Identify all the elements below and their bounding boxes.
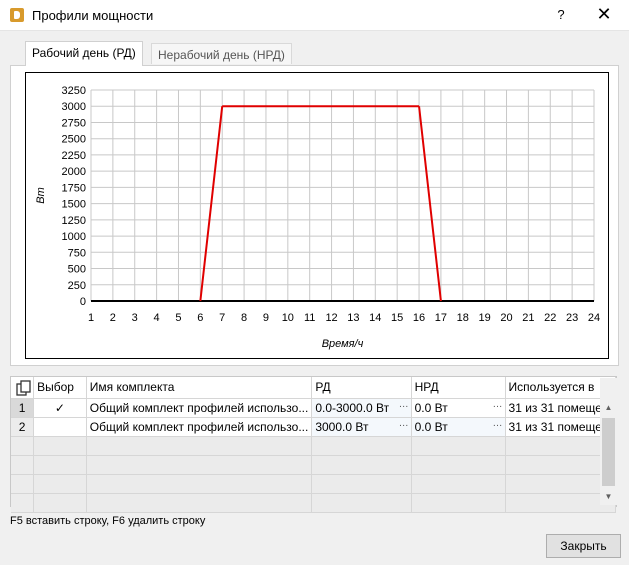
column-header-used-in[interactable]: Используется в bbox=[505, 377, 617, 399]
profile-sets-table: Выбор Имя комплекта РД НРД Используется … bbox=[11, 377, 617, 513]
x-tick-label: 22 bbox=[544, 312, 556, 324]
x-tick-label: 18 bbox=[457, 312, 469, 324]
x-tick-label: 21 bbox=[522, 312, 534, 324]
rd-value: 3000.0 Вт bbox=[315, 419, 369, 434]
empty-row bbox=[11, 455, 617, 475]
x-tick-label: 10 bbox=[282, 312, 294, 324]
x-tick-label: 24 bbox=[588, 312, 600, 324]
x-tick-label: 15 bbox=[391, 312, 403, 324]
column-header-choice[interactable]: Выбор bbox=[33, 377, 87, 399]
x-tick-label: 16 bbox=[413, 312, 425, 324]
y-tick-label: 2000 bbox=[62, 166, 86, 178]
close-window-button[interactable]: ✕ bbox=[592, 4, 616, 26]
scroll-up-icon[interactable]: ▲ bbox=[600, 399, 617, 416]
window-title: Профили мощности bbox=[32, 8, 154, 23]
x-tick-label: 9 bbox=[263, 312, 269, 324]
x-tick-label: 20 bbox=[500, 312, 512, 324]
nrd-value: 0.0 Вт bbox=[414, 400, 448, 415]
used-in-cell[interactable]: 31 из 31 помеще... bbox=[505, 398, 617, 418]
nrd-edit-button[interactable]: … bbox=[493, 399, 503, 410]
set-name-cell[interactable]: Общий комплект профилей использо... bbox=[86, 417, 313, 437]
row-number[interactable]: 1 bbox=[11, 398, 35, 418]
y-tick-label: 0 bbox=[80, 296, 86, 308]
table-row[interactable]: 2 Общий комплект профилей использо... 30… bbox=[11, 417, 617, 437]
x-tick-label: 23 bbox=[566, 312, 578, 324]
x-tick-label: 3 bbox=[132, 312, 138, 324]
title-bar: Профили мощности ? ✕ bbox=[0, 0, 629, 31]
empty-row bbox=[11, 436, 617, 456]
rd-cell[interactable]: 0.0-3000.0 Вт … bbox=[311, 398, 412, 418]
scroll-down-icon[interactable]: ▼ bbox=[600, 488, 617, 505]
power-profile-chart: 1 2 3 4 5 6 7 8 9 10 11 12 13 14 15 16 17 18 19 20 21 22 23 240… bbox=[35, 85, 600, 350]
y-tick-label: 1000 bbox=[62, 231, 86, 243]
used-in-cell[interactable]: 31 из 31 помеще... bbox=[505, 417, 617, 437]
hotkey-hint: F5 вставить строку, F6 удалить строку bbox=[10, 515, 206, 527]
close-button[interactable]: Закрыть bbox=[546, 534, 621, 558]
y-tick-label: 750 bbox=[68, 247, 86, 259]
scroll-thumb[interactable] bbox=[602, 418, 615, 486]
column-header-rd[interactable]: РД bbox=[311, 377, 412, 399]
x-tick-label: 5 bbox=[175, 312, 181, 324]
column-header-name[interactable]: Имя комплекта bbox=[86, 377, 313, 399]
profile-sets-grid: Выбор Имя комплекта РД НРД Используется … bbox=[10, 376, 617, 513]
x-tick-label: 4 bbox=[154, 312, 160, 324]
nrd-value: 0.0 Вт bbox=[414, 419, 448, 434]
rd-cell[interactable]: 3000.0 Вт … bbox=[311, 417, 412, 437]
y-axis-label: Вт bbox=[35, 187, 47, 204]
x-tick-label: 19 bbox=[479, 312, 491, 324]
y-tick-label: 250 bbox=[68, 280, 86, 292]
x-tick-label: 7 bbox=[219, 312, 225, 324]
x-tick-label: 14 bbox=[369, 312, 381, 324]
row-number[interactable]: 2 bbox=[11, 417, 35, 437]
tab-work-day[interactable]: Рабочий день (РД) bbox=[25, 41, 143, 66]
x-tick-label: 12 bbox=[325, 312, 337, 324]
help-button[interactable]: ? bbox=[551, 4, 571, 26]
x-tick-label: 6 bbox=[197, 312, 203, 324]
y-tick-label: 1500 bbox=[62, 199, 86, 211]
y-tick-label: 2250 bbox=[62, 150, 86, 162]
empty-row bbox=[11, 493, 617, 513]
x-tick-label: 1 bbox=[88, 312, 94, 324]
x-tick-label: 11 bbox=[304, 312, 315, 324]
choice-checkbox[interactable]: ✓ bbox=[33, 398, 87, 418]
choice-checkbox[interactable] bbox=[33, 417, 87, 437]
rd-value: 0.0-3000.0 Вт bbox=[315, 400, 390, 415]
y-tick-label: 3000 bbox=[62, 101, 86, 113]
x-axis-label: Время/ч bbox=[322, 338, 364, 350]
y-tick-label: 2750 bbox=[62, 117, 86, 129]
copy-icon[interactable] bbox=[16, 380, 32, 396]
x-tick-label: 8 bbox=[241, 312, 247, 324]
table-row[interactable]: 1 ✓ Общий комплект профилей использо... … bbox=[11, 398, 617, 418]
rd-edit-button[interactable]: … bbox=[399, 418, 409, 429]
nrd-cell[interactable]: 0.0 Вт … bbox=[411, 417, 506, 437]
y-tick-label: 2500 bbox=[62, 134, 86, 146]
rd-edit-button[interactable]: … bbox=[399, 399, 409, 410]
y-tick-label: 500 bbox=[68, 264, 86, 276]
chart-frame: 1 2 3 4 5 6 7 8 9 10 11 12 13 14 15 16 17 18 19 20 21 22 23 24 0… bbox=[25, 72, 609, 359]
nrd-cell[interactable]: 0.0 Вт … bbox=[411, 398, 506, 418]
y-tick-label: 1750 bbox=[62, 182, 86, 194]
grid-scrollbar[interactable]: ▲ ▼ bbox=[600, 378, 617, 505]
x-tick-label: 17 bbox=[435, 312, 447, 324]
empty-row bbox=[11, 474, 617, 494]
column-header-nrd[interactable]: НРД bbox=[411, 377, 506, 399]
app-icon bbox=[10, 8, 24, 22]
set-name-cell[interactable]: Общий комплект профилей использо... bbox=[86, 398, 313, 418]
y-tick-label: 3250 bbox=[62, 85, 86, 97]
x-tick-label: 2 bbox=[110, 312, 116, 324]
x-tick-label: 13 bbox=[347, 312, 359, 324]
tab-non-work-day[interactable]: Нерабочий день (НРД) bbox=[151, 43, 292, 64]
y-tick-label: 1250 bbox=[62, 215, 86, 227]
nrd-edit-button[interactable]: … bbox=[493, 418, 503, 429]
